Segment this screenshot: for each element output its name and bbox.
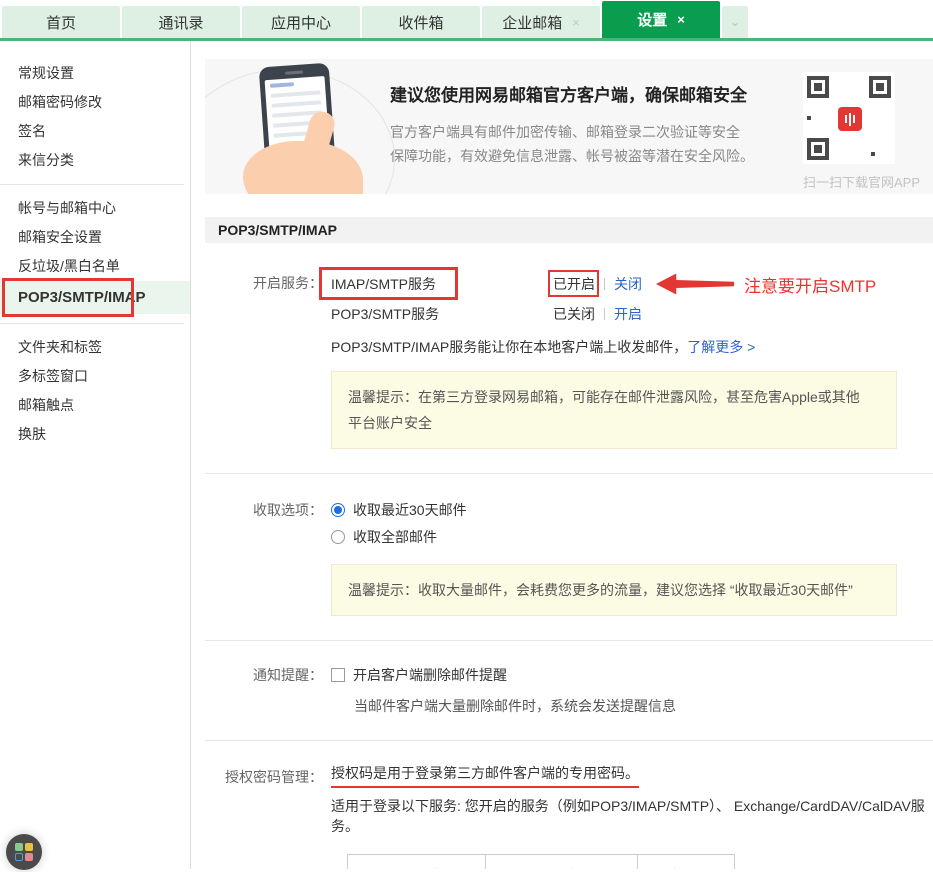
settings-main: 建议您使用网易邮箱官方客户端，确保邮箱安全 官方客户端具有邮件加密传输、邮箱登录…: [191, 41, 933, 869]
imap-close-link[interactable]: 关闭: [614, 274, 642, 294]
client-promo-banner: 建议您使用网易邮箱官方客户端，确保邮箱安全 官方客户端具有邮件加密传输、邮箱登录…: [205, 59, 933, 194]
radio-all-mail[interactable]: [331, 530, 345, 544]
auth-label: 授权密码管理：: [205, 763, 323, 787]
pop3-open-link[interactable]: 开启: [614, 304, 642, 324]
qr-code: [803, 72, 895, 164]
tab-label: 首页: [46, 12, 76, 33]
radio-recent-30-days[interactable]: [331, 503, 345, 517]
sidebar-divider: [0, 184, 184, 185]
radio-label: 收取全部邮件: [353, 527, 437, 547]
sidebar-item-signature[interactable]: 签名: [0, 117, 190, 146]
sidebar-item-skin[interactable]: 换肤: [0, 420, 190, 449]
tab-home[interactable]: 首页: [2, 6, 120, 38]
receive-options-row: 收取选项： 收取最近30天邮件 收取全部邮件 温馨提示：收取大量邮件，会耗费您更…: [205, 474, 933, 616]
annotation-text-enable-smtp: 注意要开启SMTP: [744, 272, 876, 297]
section-header-pop3-smtp-imap: POP3/SMTP/IMAP: [205, 217, 933, 243]
sidebar-item-folders-tags[interactable]: 文件夹和标签: [0, 333, 190, 362]
learn-more-link[interactable]: 了解更多 >: [687, 339, 755, 355]
auth-password-row: 授权密码管理： 授权码是用于登录第三方邮件客户端的专用密码。 适用于登录以下服务…: [205, 741, 933, 869]
tab-label: 应用中心: [271, 12, 331, 33]
sidebar-item-pop3-smtp-imap[interactable]: POP3/SMTP/IMAP: [0, 281, 190, 314]
sidebar-divider: [0, 323, 184, 324]
services-description: POP3/SMTP/IMAP服务能让你在本地客户端上收发邮件，: [331, 339, 687, 355]
separator: [604, 308, 605, 320]
phone-in-hand-illustration-icon: [205, 59, 390, 194]
sidebar-item-security[interactable]: 邮箱安全设置: [0, 223, 190, 252]
checkbox-delete-reminder[interactable]: [331, 668, 345, 682]
auth-description-underlined: 授权码是用于登录第三方邮件客户端的专用密码。: [331, 763, 639, 788]
sidebar-item-antispam[interactable]: 反垃圾/黑白名单: [0, 252, 190, 281]
notify-row: 通知提醒： 开启客户端删除邮件提醒 当邮件客户端大量删除邮件时，系统会发送提醒信…: [205, 641, 933, 716]
grid-icon: [15, 843, 33, 861]
tab-settings[interactable]: 设置 ×: [602, 1, 720, 38]
banner-text-line2: 保障功能，有效避免信息泄露、帐号被盗等潜在安全风险。: [390, 144, 803, 168]
col-header-time: 启用时间: [486, 855, 638, 870]
auth-devices-table: 使用设备 启用时间 操作 办公电脑 2022.12.29 删除: [347, 854, 735, 869]
settings-sidebar: 常规设置 邮箱密码修改 签名 来信分类 帐号与邮箱中心 邮箱安全设置 反垃圾/黑…: [0, 41, 191, 869]
sidebar-item-label: POP3/SMTP/IMAP: [18, 289, 146, 306]
notify-label: 通知提醒：: [205, 661, 323, 685]
separator: [604, 278, 605, 290]
qr-caption: 扫一扫下载官网APP: [803, 172, 933, 191]
app-launcher-button[interactable]: [6, 834, 42, 870]
banner-title: 建议您使用网易邮箱官方客户端，确保邮箱安全: [390, 81, 803, 106]
tab-app-center[interactable]: 应用中心: [242, 6, 360, 38]
warm-tip-third-party: 温馨提示：在第三方登录网易邮箱，可能存在邮件泄露风险，甚至危害Apple或其他平…: [331, 371, 897, 449]
services-label: 开启服务：: [205, 269, 323, 293]
tab-inbox[interactable]: 收件箱: [362, 6, 480, 38]
service-status-pop3: 已关闭: [553, 304, 595, 324]
tab-label: 通讯录: [158, 12, 203, 33]
close-icon[interactable]: ×: [572, 15, 580, 30]
sidebar-item-mail-classify[interactable]: 来信分类: [0, 146, 190, 175]
tab-label: 设置: [637, 9, 667, 30]
tab-bar: 首页 通讯录 应用中心 收件箱 企业邮箱 × 设置 × ⌄: [0, 0, 933, 41]
sidebar-item-multitab[interactable]: 多标签窗口: [0, 362, 190, 391]
service-name-pop3-smtp: POP3/SMTP服务: [331, 304, 553, 324]
notify-description: 当邮件客户端大量删除邮件时，系统会发送提醒信息: [354, 696, 933, 716]
chevron-down-icon: ⌄: [730, 15, 740, 29]
tab-enterprise-mail[interactable]: 企业邮箱 ×: [482, 6, 600, 38]
checkbox-label: 开启客户端删除邮件提醒: [353, 665, 507, 685]
tab-label: 企业邮箱: [502, 12, 562, 33]
service-name-imap-smtp: IMAP/SMTP服务: [331, 274, 436, 294]
sidebar-item-general[interactable]: 常规设置: [0, 59, 190, 88]
sidebar-item-account-center[interactable]: 帐号与邮箱中心: [0, 194, 190, 223]
tab-overflow-menu[interactable]: ⌄: [722, 6, 748, 38]
sidebar-item-password-change[interactable]: 邮箱密码修改: [0, 88, 190, 117]
table-header-row: 使用设备 启用时间 操作: [348, 855, 735, 870]
annotation-arrow-left-icon: [656, 273, 734, 295]
sidebar-item-touchpoint[interactable]: 邮箱触点: [0, 391, 190, 420]
warm-tip-traffic: 温馨提示：收取大量邮件，会耗费您更多的流量，建议您选择 “收取最近30天邮件”: [331, 564, 897, 616]
auth-description-2: 适用于登录以下服务: 您开启的服务（例如POP3/IMAP/SMTP）、 Exc…: [331, 796, 933, 836]
radio-label: 收取最近30天邮件: [353, 500, 467, 520]
receive-options-label: 收取选项：: [205, 496, 323, 520]
service-status-imap: 已开启: [553, 274, 595, 294]
netease-mail-logo-icon: [838, 107, 862, 131]
services-row: 开启服务： IMAP/SMTP服务 已开启 关闭: [205, 243, 933, 449]
col-header-action: 操作: [638, 855, 735, 870]
col-header-device: 使用设备: [348, 855, 486, 870]
banner-text-line1: 官方客户端具有邮件加密传输、邮箱登录二次验证等安全: [390, 120, 803, 144]
tab-contacts[interactable]: 通讯录: [122, 6, 240, 38]
close-icon[interactable]: ×: [677, 12, 685, 27]
tab-label: 收件箱: [398, 12, 443, 33]
